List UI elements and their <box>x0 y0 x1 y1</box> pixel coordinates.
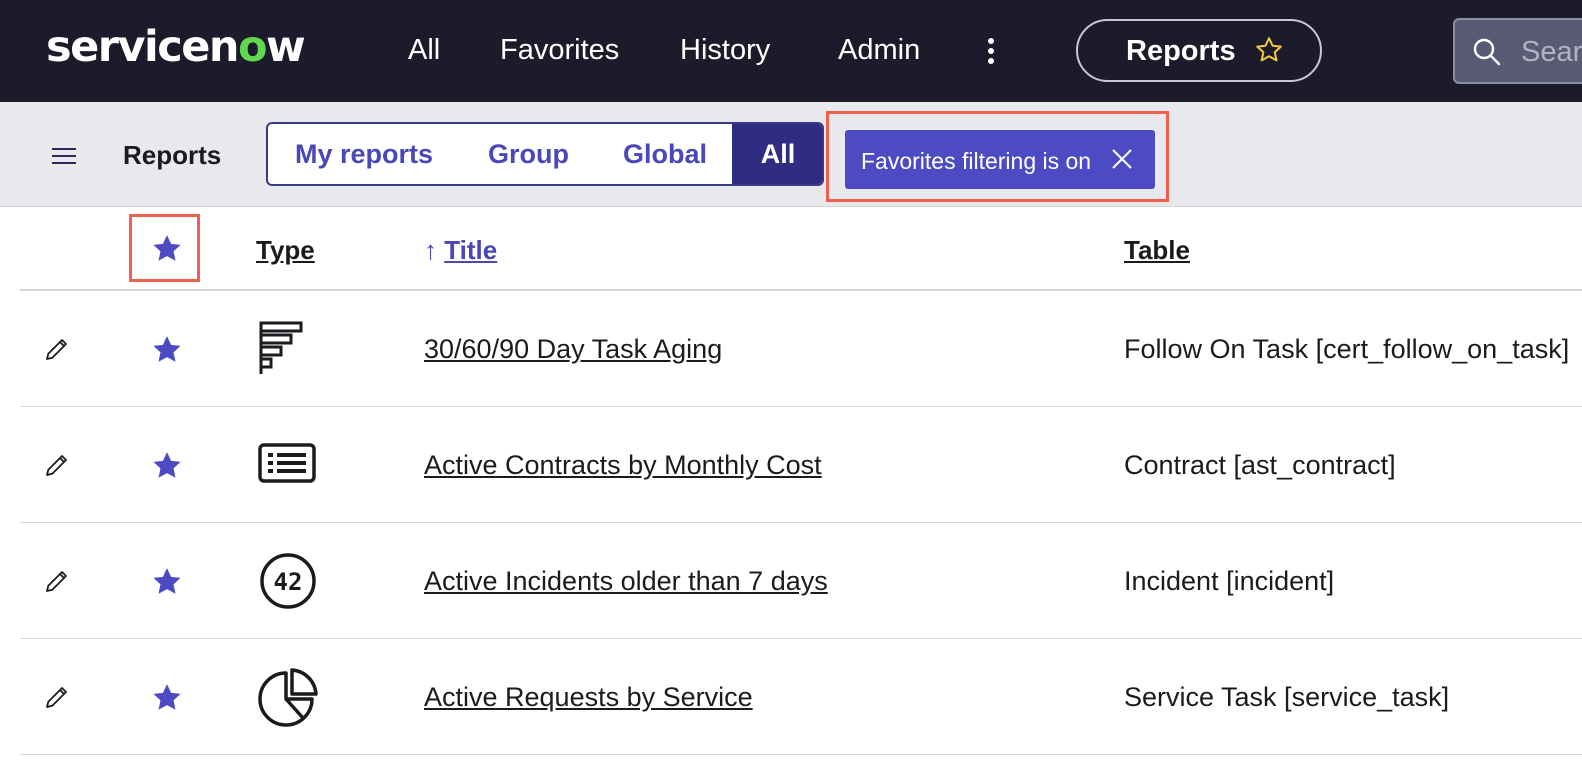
table-row: 42 Active Incidents older than 7 days In… <box>20 523 1582 639</box>
reports-subheader: Reports My reports Group Global All Favo… <box>0 102 1582 207</box>
sort-ascending-icon: ↑ <box>424 235 437 265</box>
edit-pencil-icon[interactable] <box>44 684 70 715</box>
nav-history-menu[interactable]: History <box>680 30 770 70</box>
filter-chip-label: Favorites filtering is on <box>861 148 1092 174</box>
report-table-name: Incident [incident] <box>1124 566 1335 596</box>
favorites-filter-chip[interactable]: Favorites filtering is on <box>845 130 1155 189</box>
report-table-name: Contract [ast_contract] <box>1124 450 1396 480</box>
favorite-column-star-icon[interactable] <box>150 232 184 271</box>
close-icon[interactable] <box>1111 148 1133 175</box>
column-header-table[interactable]: Table <box>1124 233 1190 267</box>
table-row: 30/60/90 Day Task Aging Follow On Task [… <box>20 291 1582 407</box>
report-title-link[interactable]: Active Requests by Service <box>424 680 753 714</box>
tab-global[interactable]: Global <box>623 124 707 184</box>
top-navigation-bar: servicenow All Favorites History Admin R… <box>0 0 1582 102</box>
favorite-star-icon[interactable] <box>150 681 184 720</box>
star-outline-icon[interactable] <box>1254 35 1284 70</box>
list-report-icon <box>258 443 318 490</box>
page-title: Reports <box>123 140 222 170</box>
table-header <box>20 207 1582 291</box>
favorite-star-icon[interactable] <box>150 333 184 372</box>
horizontal-bar-chart-icon <box>258 320 308 381</box>
favorite-star-icon[interactable] <box>150 565 184 604</box>
column-header-title-label: Title <box>444 235 498 265</box>
report-title-link[interactable]: Active Contracts by Monthly Cost <box>424 448 822 482</box>
servicenow-logo[interactable]: servicenow <box>46 22 306 72</box>
nav-admin-menu[interactable]: Admin <box>838 30 920 70</box>
column-header-type[interactable]: Type <box>256 233 315 267</box>
report-title-link[interactable]: 30/60/90 Day Task Aging <box>424 332 722 366</box>
nav-all-menu[interactable]: All <box>408 30 440 70</box>
kebab-vertical-icon[interactable] <box>982 36 1000 66</box>
report-table-name: Follow On Task [cert_follow_on_task] <box>1124 334 1570 364</box>
global-search-input[interactable]: Search <box>1453 18 1582 84</box>
search-placeholder: Search <box>1521 36 1582 68</box>
context-pill-label: Reports <box>1126 35 1236 67</box>
report-title-link[interactable]: Active Incidents older than 7 days <box>424 564 828 598</box>
tab-all[interactable]: All <box>732 124 822 184</box>
single-score-icon: 42 <box>258 552 318 615</box>
table-row: Active Contracts by Monthly Cost Contrac… <box>20 407 1582 523</box>
edit-pencil-icon[interactable] <box>44 568 70 599</box>
favorite-star-icon[interactable] <box>150 449 184 488</box>
edit-pencil-icon[interactable] <box>44 336 70 367</box>
tab-my-reports[interactable]: My reports <box>295 124 433 184</box>
pie-chart-icon <box>258 668 320 735</box>
report-scope-tabs: My reports Group Global All <box>266 122 824 186</box>
tab-group[interactable]: Group <box>488 124 569 184</box>
nav-favorites-menu[interactable]: Favorites <box>500 30 619 70</box>
context-reports-pill[interactable]: Reports <box>1076 19 1322 82</box>
hamburger-menu-icon[interactable] <box>52 148 76 164</box>
table-row: Active Requests by Service Service Task … <box>20 639 1582 755</box>
edit-pencil-icon[interactable] <box>44 452 70 483</box>
report-table-name: Service Task [service_task] <box>1124 682 1450 712</box>
search-icon <box>1471 36 1503 73</box>
column-header-title[interactable]: ↑ Title <box>424 233 497 267</box>
single-score-value: 42 <box>274 568 303 596</box>
